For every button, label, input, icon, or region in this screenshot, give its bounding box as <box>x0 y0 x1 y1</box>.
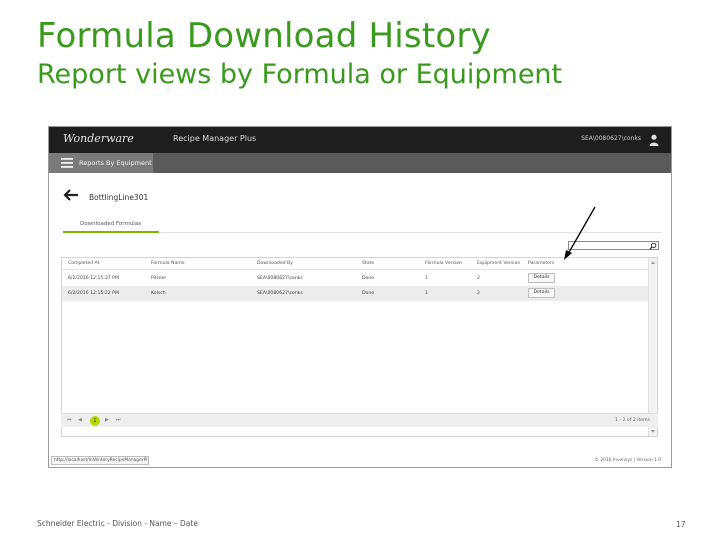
tab-label: Downloaded Formulas <box>80 221 142 227</box>
table-row[interactable]: 6/2/2016 12:15:22 PM Kolsch SEA\0080627\… <box>62 286 650 301</box>
hamburger-icon <box>61 158 73 168</box>
col-state[interactable]: State <box>362 261 374 266</box>
app-screenshot: Wonderware Recipe Manager Plus SEA\00806… <box>48 126 672 468</box>
current-page-button[interactable]: 1 <box>90 416 100 426</box>
pointer-arrow-annotation <box>564 206 596 260</box>
col-equipment-version[interactable]: Equipment Version <box>477 261 520 266</box>
last-page-icon[interactable]: ⏭ <box>116 417 121 423</box>
cell-state: Done <box>362 291 375 296</box>
details-button[interactable]: Details <box>528 273 555 283</box>
cell-equipment-version: 2 <box>477 276 480 281</box>
col-formula-version[interactable]: Formula Version <box>425 261 462 266</box>
cell-completed-at: 6/2/2016 12:15:37 PM <box>68 276 119 281</box>
app-title: Recipe Manager Plus <box>173 134 257 143</box>
cell-formula-name: Pilsner <box>151 276 167 281</box>
app-header: Wonderware Recipe Manager Plus SEA\00806… <box>49 127 671 153</box>
cell-equipment-version: 2 <box>477 291 480 296</box>
col-parameters[interactable]: Parameters <box>528 261 554 266</box>
prev-page-icon[interactable]: ◀ <box>78 417 82 423</box>
arrow-left-icon[interactable] <box>63 189 79 201</box>
col-downloaded-by[interactable]: Downloaded By <box>257 261 293 266</box>
app-logo: Wonderware <box>63 132 134 145</box>
vertical-scrollbar[interactable] <box>648 258 657 436</box>
magnifier-icon[interactable] <box>649 242 657 250</box>
grid-pager: ⏮ ◀ 1 ▶ ⏭ 1 - 2 of 2 items <box>61 413 658 427</box>
cell-completed-at: 6/2/2016 12:15:22 PM <box>68 291 119 296</box>
reports-menu-button[interactable]: Reports By Equipment <box>49 153 153 173</box>
status-url: http://localhost/InVentoryRecipeManagerP… <box>51 456 149 465</box>
tab-downloaded-formulas[interactable]: Downloaded Formulas <box>63 217 159 233</box>
slide-title: Formula Download History <box>37 16 491 56</box>
scroll-down-icon[interactable] <box>651 430 655 433</box>
cell-formula-name: Kolsch <box>151 291 166 296</box>
cell-downloaded-by: SEA\0080627\conks <box>257 276 303 281</box>
next-page-icon[interactable]: ▶ <box>105 417 109 423</box>
copyright-text: © 2016 Invensys | Version 1.0 <box>594 458 661 463</box>
col-formula-name[interactable]: Formula Name <box>151 261 185 266</box>
slide-footer: Schneider Electric - Division - Name – D… <box>37 519 198 528</box>
details-button[interactable]: Details <box>528 288 555 298</box>
sub-nav-bar: Reports By Equipment <box>49 153 671 173</box>
cell-downloaded-by: SEA\0080627\conks <box>257 291 303 296</box>
table-row[interactable]: 6/2/2016 12:15:37 PM Pilsner SEA\0080627… <box>62 271 650 286</box>
cell-formula-version: 1 <box>425 291 428 296</box>
cell-formula-version: 1 <box>425 276 428 281</box>
first-page-icon[interactable]: ⏮ <box>67 417 72 423</box>
user-name: SEA\0080627\conks <box>581 135 641 142</box>
scroll-up-icon[interactable] <box>651 261 655 264</box>
equipment-name: BottlingLine301 <box>89 193 149 202</box>
menu-label: Reports By Equipment <box>79 159 152 167</box>
person-icon[interactable] <box>649 134 659 146</box>
col-completed-at[interactable]: Completed At <box>68 261 99 266</box>
downloads-grid: Completed At Formula Name Downloaded By … <box>61 257 658 437</box>
cell-state: Done <box>362 276 375 281</box>
pager-info: 1 - 2 of 2 items <box>615 418 650 423</box>
slide-subtitle: Report views by Formula or Equipment <box>37 59 563 90</box>
page-number: 17 <box>676 520 686 529</box>
